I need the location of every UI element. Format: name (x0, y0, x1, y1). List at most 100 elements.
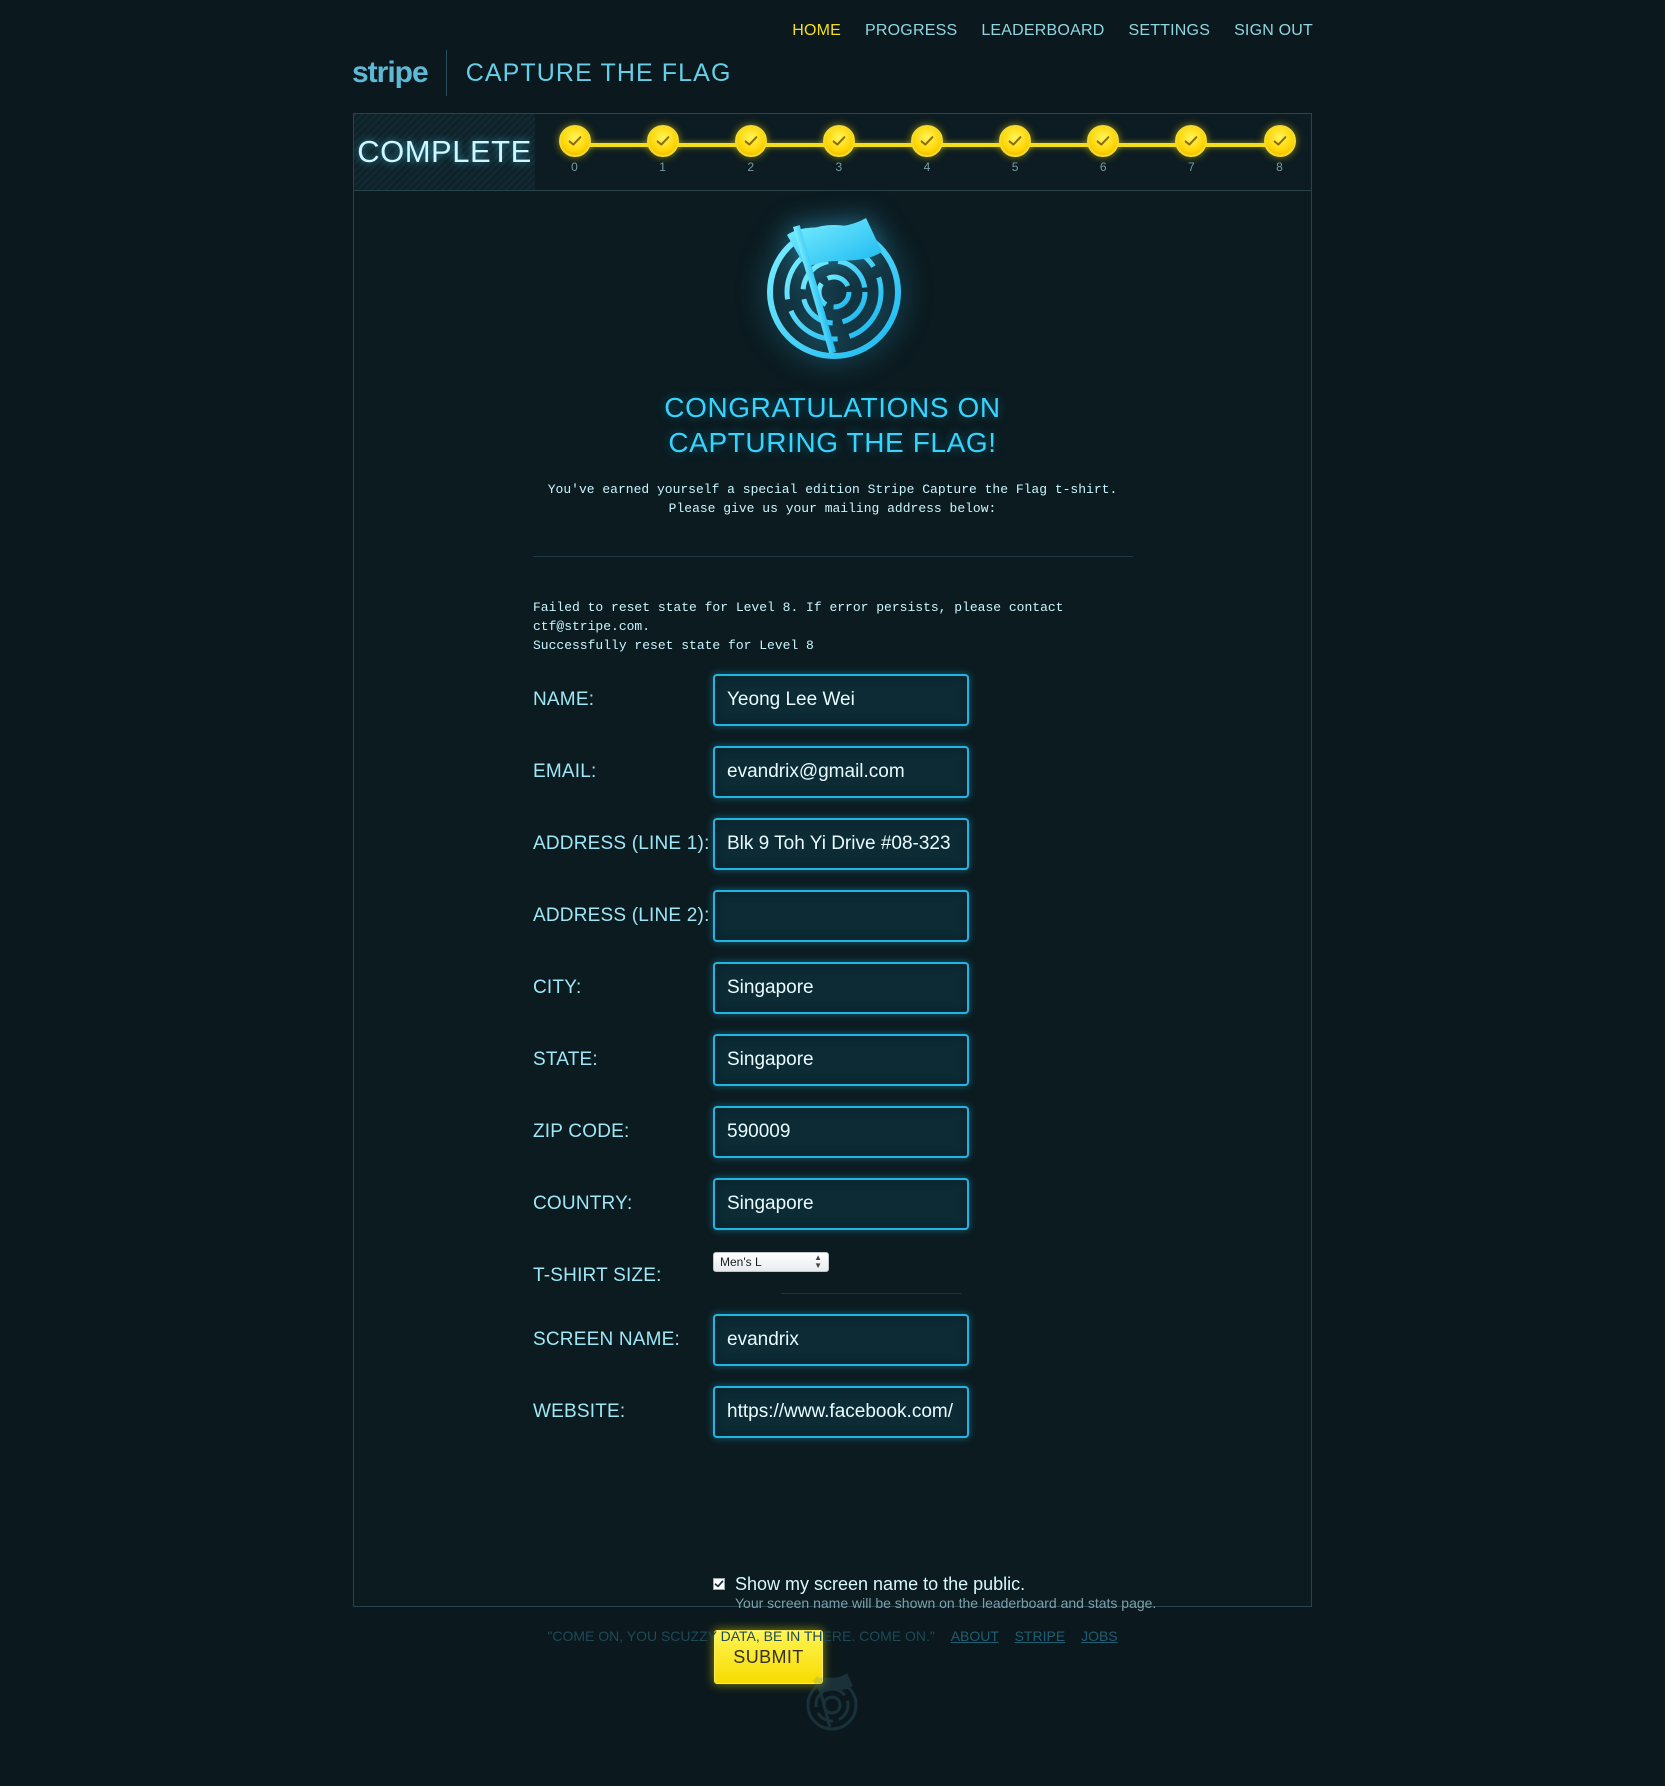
flag-emblem-icon (767, 218, 901, 359)
level-number: 0 (571, 160, 578, 174)
checkbox-text: Show my screen name to the public. Your … (735, 1574, 1156, 1611)
flag-emblem (759, 210, 909, 360)
level-item[interactable]: 7 (1173, 125, 1210, 185)
nav-leaderboard-link[interactable]: LEADERBOARD (981, 22, 1104, 40)
address1-row: ADDRESS (LINE 1): (533, 818, 969, 870)
level-complete-dot[interactable] (646, 125, 679, 157)
content-divider (533, 556, 1133, 557)
status-line: Failed to reset state for Level 8. If er… (533, 600, 1064, 615)
progress-strip: COMPLETE 0 1 2 3 4 5 6 7 8 (354, 114, 1311, 191)
footer-stripe-link[interactable]: STRIPE (1015, 1628, 1066, 1644)
address2-label: ADDRESS (LINE 2): (533, 905, 710, 926)
level-item[interactable]: 6 (1085, 125, 1122, 185)
tshirt-size-value: Men's L (720, 1255, 762, 1269)
tshirt-label: T-SHIRT SIZE: (533, 1265, 662, 1286)
headline-line: CAPTURING THE FLAG! (668, 427, 997, 458)
screen-name-label: SCREEN NAME: (533, 1329, 681, 1350)
check-icon (568, 136, 581, 146)
address1-input[interactable] (713, 818, 969, 870)
brand-header: stripe CAPTURE THE FLAG (352, 50, 732, 96)
level-number: 4 (923, 160, 931, 174)
zip-input[interactable] (713, 1106, 969, 1158)
city-label: CITY: (533, 977, 582, 998)
status-messages: Failed to reset state for Level 8. If er… (533, 598, 1153, 655)
zip-label: ZIP CODE: (533, 1121, 630, 1142)
level-item[interactable]: 2 (732, 125, 769, 185)
level-complete-dot[interactable] (822, 125, 855, 157)
shirt-message: You've earned yourself a special edition… (354, 480, 1311, 518)
level-list: 0 1 2 3 4 5 6 7 8 (556, 125, 1298, 185)
headline-line: CONGRATULATIONS ON (664, 392, 1001, 423)
level-complete-dot[interactable] (1087, 125, 1120, 157)
footer-quote: "COME ON, YOU SCUZZY DATA, BE IN THERE. … (547, 1628, 935, 1644)
brand-divider (445, 50, 447, 96)
country-input[interactable] (713, 1178, 969, 1230)
screen-name-row: SCREEN NAME: (533, 1314, 969, 1366)
website-input[interactable] (713, 1386, 969, 1438)
nav-home-link[interactable]: HOME (792, 22, 841, 40)
level-item[interactable]: 1 (644, 125, 681, 185)
level-complete-dot[interactable] (911, 125, 943, 157)
tshirt-select-wrap: Men's L ▲ ▼ (713, 1252, 829, 1272)
check-icon (1184, 136, 1198, 146)
top-navigation: HOME PROGRESS LEADERBOARD SETTINGS SIGN … (792, 22, 1313, 40)
name-input[interactable] (713, 674, 969, 726)
level-item[interactable]: 4 (909, 125, 946, 185)
subtitle-line: You've earned yourself a special edition… (547, 482, 1118, 497)
name-row: NAME: (533, 674, 969, 726)
email-row: EMAIL: (533, 746, 969, 798)
main-panel: COMPLETE 0 1 2 3 4 5 6 7 8 CONGRATULATIO… (353, 113, 1312, 1684)
progress-status-label: COMPLETE (354, 114, 535, 190)
checkbox-hint: Your screen name will be shown on the le… (735, 1595, 1157, 1611)
city-row: CITY: (533, 962, 969, 1014)
tshirt-size-select[interactable]: Men's L ▲ ▼ (713, 1252, 829, 1272)
nav-settings-link[interactable]: SETTINGS (1128, 22, 1210, 40)
name-label: NAME: (533, 689, 595, 710)
check-icon (1008, 136, 1022, 146)
tshirt-row: T-SHIRT SIZE: (533, 1250, 713, 1302)
address2-row: ADDRESS (LINE 2): (533, 890, 969, 942)
nav-sign-out-link[interactable]: SIGN OUT (1234, 22, 1313, 40)
level-item[interactable]: 0 (556, 125, 593, 185)
show-screen-name-checkbox[interactable] (713, 1578, 725, 1590)
select-arrows-icon: ▲ ▼ (814, 1253, 822, 1270)
level-complete-dot[interactable] (1175, 125, 1208, 157)
level-item[interactable]: 3 (820, 125, 857, 185)
subtitle-line: Please give us your mailing address belo… (668, 501, 997, 516)
country-row: COUNTRY: (533, 1178, 969, 1230)
nav-progress-link[interactable]: PROGRESS (865, 22, 957, 40)
footer-jobs-link[interactable]: JOBS (1081, 1628, 1118, 1644)
check-icon (1096, 136, 1110, 146)
level-complete-dot[interactable] (558, 125, 591, 157)
website-row: WEBSITE: (533, 1386, 969, 1438)
check-icon (656, 136, 670, 146)
state-input[interactable] (713, 1034, 969, 1086)
check-icon (714, 1580, 724, 1588)
level-item[interactable]: 5 (997, 125, 1034, 185)
city-input[interactable] (713, 962, 969, 1014)
level-number: 8 (1276, 160, 1283, 174)
website-label: WEBSITE: (533, 1401, 626, 1422)
footer-about-link[interactable]: ABOUT (951, 1628, 999, 1644)
page-brand-title: CAPTURE THE FLAG (465, 58, 732, 87)
level-number: 3 (835, 160, 843, 174)
address1-label: ADDRESS (LINE 1): (533, 833, 710, 854)
level-complete-dot[interactable] (1263, 125, 1296, 157)
address2-input[interactable] (713, 890, 969, 942)
zip-row: ZIP CODE: (533, 1106, 969, 1158)
screen-name-input[interactable] (713, 1314, 969, 1366)
level-complete-dot[interactable] (999, 125, 1032, 157)
state-row: STATE: (533, 1034, 969, 1086)
email-input[interactable] (713, 746, 969, 798)
footer: "COME ON, YOU SCUZZY DATA, BE IN THERE. … (0, 1628, 1665, 1644)
level-complete-dot[interactable] (734, 125, 767, 157)
select-divider (781, 1293, 961, 1294)
email-label: EMAIL: (533, 761, 597, 782)
level-number: 2 (747, 160, 755, 174)
congratulations-title: CONGRATULATIONS ON CAPTURING THE FLAG! (354, 390, 1311, 460)
state-label: STATE: (533, 1049, 598, 1070)
check-icon (744, 136, 758, 146)
public-screen-name-option: Show my screen name to the public. Your … (713, 1574, 1156, 1611)
flag-emblem-icon (806, 1673, 858, 1731)
level-item[interactable]: 8 (1261, 125, 1298, 185)
